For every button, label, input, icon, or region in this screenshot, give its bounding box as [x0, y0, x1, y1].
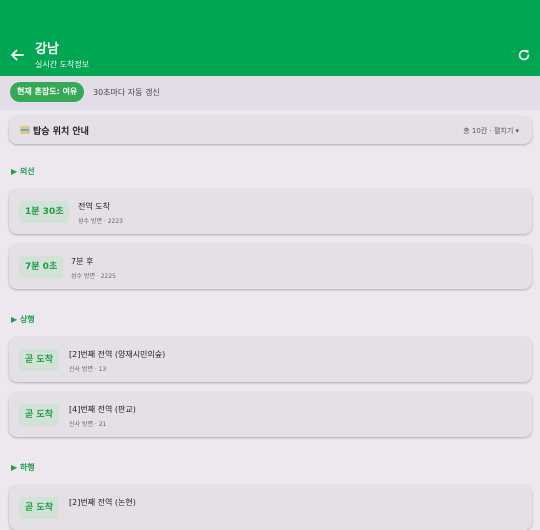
- refresh-icon[interactable]: [517, 48, 531, 62]
- page-subtitle: 실시간 도착정보: [35, 60, 90, 69]
- arrival-time-badge: 곧 도착: [19, 349, 59, 371]
- arrival-direction: 신사 방면 · 13: [69, 366, 107, 373]
- arrival-card[interactable]: 곧 도착 [2]번째 전역 (양재시민의숲) 신사 방면 · 13: [9, 337, 532, 382]
- arrival-direction: 성수 방면 · 2223: [78, 218, 123, 225]
- arrival-card[interactable]: 곧 도착 [4]번째 전역 (판교) 신사 방면 · 21: [9, 392, 532, 437]
- arrival-card[interactable]: 1분 30초 전역 도착 성수 방면 · 2223: [9, 189, 532, 234]
- train-icon: [20, 126, 30, 134]
- congestion-badge: 현재 혼잡도: 여유: [10, 82, 85, 102]
- boarding-guide-title: 탑승 위치 안내: [33, 127, 89, 137]
- section-downbound: ▶ 하행: [11, 463, 35, 472]
- arrival-status: [2]번째 전역 (논현): [69, 498, 136, 507]
- arrival-card[interactable]: 곧 도착 [2]번째 전역 (논현): [9, 485, 532, 530]
- arrival-direction: 신사 방면 · 21: [69, 421, 107, 428]
- section-upbound: ▶ 상행: [11, 315, 35, 324]
- boarding-guide-expand[interactable]: 총 10칸 · 펼치기 ▾: [463, 126, 519, 136]
- section-outer-loop: ▶ 외선: [11, 167, 35, 176]
- arrival-time-badge: 곧 도착: [19, 497, 59, 519]
- arrival-status: [4]번째 전역 (판교): [69, 405, 136, 414]
- arrival-time-badge: 1분 30초: [19, 201, 70, 223]
- boarding-guide-card[interactable]: 탑승 위치 안내 총 10칸 · 펼치기 ▾: [9, 116, 532, 144]
- arrival-time-badge: 곧 도착: [19, 404, 59, 426]
- arrival-direction: 성수 방면 · 2225: [71, 273, 116, 280]
- app-bar: 강남 실시간 도착정보: [0, 0, 540, 76]
- arrow-left-icon[interactable]: [9, 47, 25, 63]
- arrival-status: 7분 후: [71, 257, 94, 266]
- arrival-time-badge: 7분 0초: [19, 256, 64, 278]
- arrival-status: 전역 도착: [78, 202, 110, 211]
- arrival-card[interactable]: 7분 0초 7분 후 성수 방면 · 2225: [9, 244, 532, 289]
- station-title: 강남: [35, 42, 59, 57]
- auto-refresh-text: 30초마다 자동 갱신: [93, 88, 160, 97]
- arrival-status: [2]번째 전역 (양재시민의숲): [69, 350, 166, 359]
